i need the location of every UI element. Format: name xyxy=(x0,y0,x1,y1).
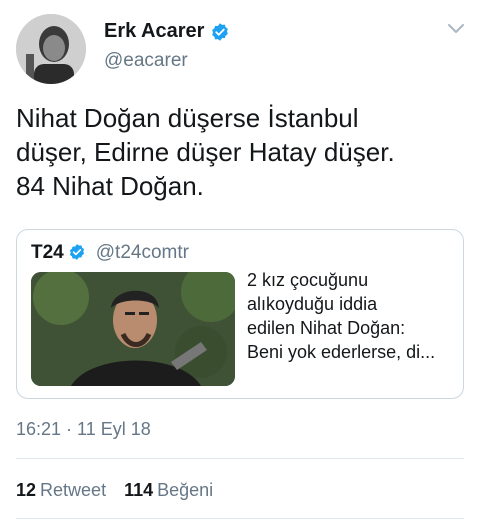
verified-badge-icon xyxy=(210,22,230,42)
author-display-name[interactable]: Erk Acarer xyxy=(104,20,204,43)
quoted-tweet-card[interactable]: T24 @t24comtr 2 kız çocuğunu alıkoyduğu … xyxy=(16,229,464,399)
quoted-text: 2 kız çocuğunu alıkoyduğu iddia edilen N… xyxy=(247,270,436,362)
divider xyxy=(16,458,464,459)
quoted-author-handle: @t24comtr xyxy=(95,242,189,263)
author-name-row[interactable]: Erk Acarer xyxy=(104,20,230,43)
avatar[interactable] xyxy=(16,14,86,84)
like-label[interactable]: Beğeni xyxy=(157,480,213,501)
author-handle[interactable]: @eacarer xyxy=(104,50,188,72)
retweet-label[interactable]: Retweet xyxy=(40,480,106,501)
like-count[interactable]: 114 xyxy=(124,480,153,501)
quoted-media-image[interactable] xyxy=(31,272,235,386)
divider xyxy=(16,518,464,519)
verified-badge-icon xyxy=(68,243,88,263)
tweet-text: Nihat Doğan düşerse İstanbul düşer, Edir… xyxy=(16,103,395,201)
tweet-timestamp[interactable]: 16:21 · 11 Eyl 18 xyxy=(16,419,151,440)
quoted-header: T24 @t24comtr xyxy=(31,242,189,264)
retweet-count[interactable]: 12 xyxy=(16,480,36,501)
tweet-stats: 12 Retweet 114 Beğeni xyxy=(16,480,227,501)
chevron-down-icon[interactable] xyxy=(446,22,466,36)
quoted-author-name: T24 xyxy=(31,242,64,263)
